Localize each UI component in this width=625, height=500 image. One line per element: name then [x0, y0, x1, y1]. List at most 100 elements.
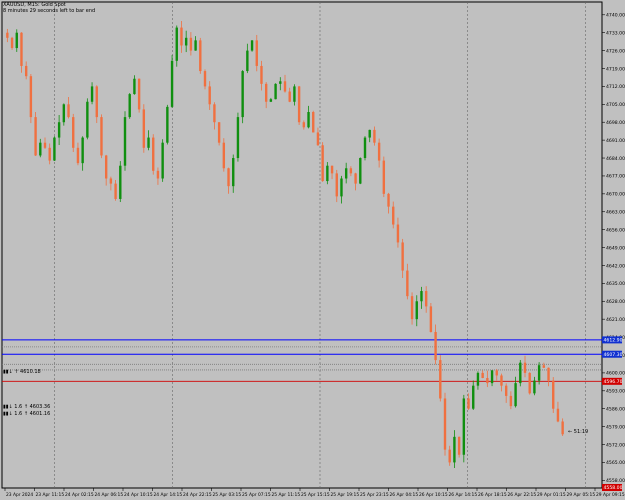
- candle-body: [514, 383, 517, 407]
- x-tick-label: 25 Apr 07:15: [242, 492, 271, 498]
- candle-body: [123, 117, 127, 166]
- hline-label-middle: ▮▮↓ 1.6 ↑ 4603.36: [3, 404, 51, 410]
- candle-body: [307, 111, 310, 128]
- y-tick-label: 4572.00: [606, 442, 625, 448]
- candle-body: [424, 291, 428, 307]
- x-tick-label: 29 Apr 05:15: [567, 492, 596, 498]
- y-tick-label: 4628.00: [606, 299, 625, 305]
- candle-body: [420, 291, 423, 302]
- candle-body: [86, 101, 89, 138]
- y-tick-label: 4565.00: [606, 460, 625, 466]
- y-tick-label: 4698.00: [606, 120, 625, 126]
- blue-price-tag-label: 4607.30: [604, 352, 623, 358]
- candle-body: [297, 86, 301, 123]
- candle-body: [255, 40, 258, 66]
- x-tick-label: 26 Apr 18:15: [478, 492, 507, 498]
- red-price-tag-label: 4596.70: [604, 379, 623, 385]
- candle-body: [189, 37, 193, 51]
- x-tick-label: 24 Apr 22:15: [183, 492, 212, 498]
- bar-timer: 8 minutes 29 seconds left to bar end: [3, 8, 96, 14]
- y-tick-label: 4593.00: [606, 389, 625, 395]
- candle-body: [217, 122, 221, 143]
- candle-body: [10, 37, 14, 49]
- candle-body: [519, 362, 522, 384]
- candle-body: [67, 104, 70, 118]
- hline-label-upper: ▮▮↓ ↑ 4610.18: [3, 369, 41, 375]
- candle-body: [194, 40, 197, 51]
- candle-body: [241, 71, 244, 118]
- y-tick-label: 4705.00: [606, 102, 625, 108]
- candle-body: [199, 40, 202, 72]
- candle-body: [434, 331, 437, 361]
- candle-body: [415, 301, 418, 320]
- candle-body: [100, 117, 103, 156]
- y-tick-label: 4656.00: [606, 227, 625, 233]
- candle-body: [316, 132, 320, 146]
- candle-body: [147, 137, 150, 148]
- candle-body: [283, 81, 287, 92]
- candle-body: [269, 99, 273, 102]
- candle-body: [279, 81, 282, 84]
- candle-body: [335, 173, 338, 197]
- candle-body: [556, 408, 560, 422]
- candle-body: [24, 65, 28, 77]
- candle-body: [486, 378, 489, 384]
- y-tick-label: 4677.00: [606, 174, 625, 180]
- chart-window[interactable]: 4740.00 4733.00 4726.00 4719.00 4712.00 4705.…: [0, 0, 625, 500]
- blue-price-tag-label: 4612.90: [604, 338, 623, 344]
- candle-body: [542, 365, 546, 368]
- candle-body: [495, 370, 498, 376]
- candle-body: [20, 32, 23, 66]
- candle-body: [429, 306, 433, 332]
- candle-body: [472, 385, 475, 409]
- candle-body: [213, 104, 216, 123]
- candle-body: [344, 168, 348, 179]
- candle-body: [156, 170, 160, 179]
- y-tick-label: 4719.00: [606, 66, 625, 72]
- candle-body: [288, 91, 291, 102]
- bar-countdown: ← 51:19: [568, 429, 589, 435]
- x-tick-label: 25 Apr 19:15: [331, 492, 360, 498]
- x-tick-label: 25 Apr 03:15: [213, 492, 242, 498]
- price-chart[interactable]: 4740.00 4733.00 4726.00 4719.00 4712.00 4705.…: [0, 0, 625, 500]
- candle-body: [392, 206, 395, 225]
- candle-body: [227, 168, 230, 187]
- candle-body: [453, 436, 456, 463]
- y-tick-label: 4726.00: [606, 48, 625, 54]
- candle-body: [481, 372, 484, 379]
- y-tick-label: 4684.00: [606, 156, 625, 162]
- candle-body: [330, 165, 334, 174]
- candle-body: [537, 365, 541, 381]
- x-tick-label: 26 Apr 04:15: [390, 492, 419, 498]
- candle-body: [161, 142, 164, 179]
- candle-body: [57, 122, 61, 138]
- candle-body: [410, 296, 414, 320]
- candle-body: [387, 193, 390, 207]
- y-tick-label: 4663.00: [606, 210, 625, 216]
- y-tick-label: 4642.00: [606, 263, 625, 269]
- y-tick-label: 4712.00: [606, 84, 625, 90]
- candle-body: [62, 104, 66, 123]
- candle-body: [504, 385, 508, 396]
- y-tick-label: 4733.00: [606, 30, 625, 36]
- candle-body: [382, 160, 386, 194]
- candle-body: [53, 137, 56, 161]
- y-tick-label: 4740.00: [606, 13, 625, 19]
- x-tick-label: 26 Apr 22:15: [508, 492, 537, 498]
- candle-body: [246, 50, 249, 72]
- candle-body: [406, 270, 409, 297]
- candle-body: [128, 94, 131, 118]
- candle-body: [368, 129, 371, 138]
- candle-body: [203, 71, 207, 87]
- candle-body: [152, 137, 155, 171]
- candle-body: [232, 158, 235, 187]
- candle-body: [377, 142, 381, 161]
- candle-body: [48, 147, 51, 161]
- candle-body: [114, 183, 117, 199]
- x-tick-label: 26 Apr 14:15: [449, 492, 478, 498]
- candle-body: [166, 106, 169, 143]
- candle-body: [43, 142, 47, 148]
- candle-body: [208, 86, 211, 105]
- x-tick-label: 24 Apr 10:15: [124, 492, 153, 498]
- x-tick-label: 24 Apr 14:15: [154, 492, 183, 498]
